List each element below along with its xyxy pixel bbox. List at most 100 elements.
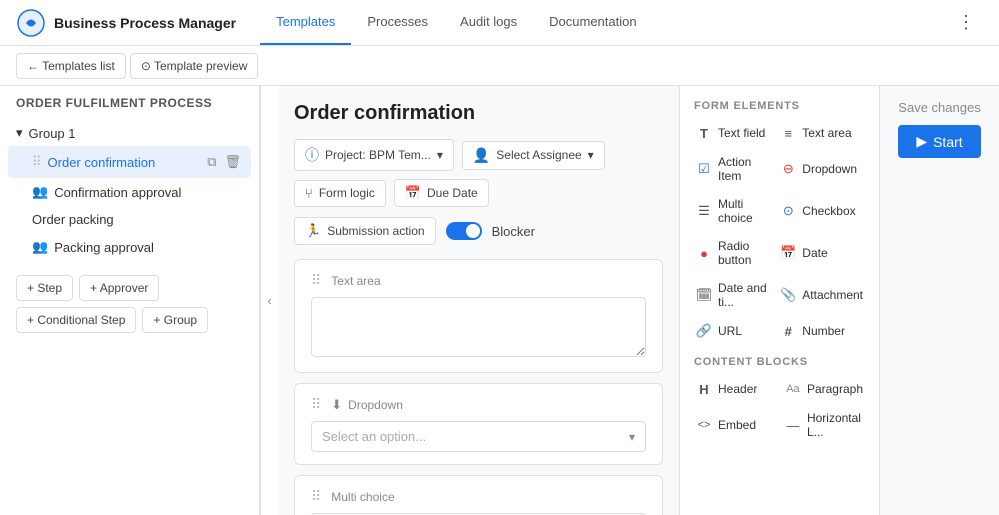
drag-handle-icon[interactable]: ⠿: [311, 272, 321, 289]
add-step-button[interactable]: + Step: [16, 275, 73, 301]
content-embed[interactable]: <> Embed: [694, 408, 775, 442]
number-icon: #: [780, 323, 796, 339]
main-content: Order confirmation ⓘ Project: BPM Tem...…: [278, 86, 679, 515]
due-date-button[interactable]: 📅 Due Date: [394, 179, 489, 207]
content-blocks-grid: H Header Aa Paragraph <> Embed — Horizon…: [694, 378, 865, 442]
content-horizontal-line[interactable]: — Horizontal L...: [783, 408, 865, 442]
add-conditional-step-button[interactable]: + Conditional Step: [16, 307, 136, 333]
project-button[interactable]: ⓘ Project: BPM Tem... ▾: [294, 139, 454, 171]
sidebar: Order fulfilment process ▾ Group 1 ⠿ Ord…: [0, 86, 260, 515]
form-elements-title: FORM ELEMENTS: [694, 100, 865, 112]
submission-action-button[interactable]: 🏃 Submission action: [294, 217, 436, 245]
chevron-down-icon: ▾: [437, 148, 443, 162]
form-logic-button[interactable]: ⑂ Form logic: [294, 180, 386, 207]
checkbox-icon: ⊙: [780, 203, 796, 219]
sidebar-group-1: ▾ Group 1 ⠿ Order confirmation ⧉ 🗑 👥 Con…: [0, 116, 259, 265]
nav-tabs: Templates Processes Audit logs Documenta…: [260, 0, 949, 45]
collapse-sidebar-button[interactable]: ‹: [260, 86, 278, 515]
tab-audit-logs[interactable]: Audit logs: [444, 0, 533, 45]
project-label: Project: BPM Tem...: [325, 148, 431, 162]
form-element-checkbox[interactable]: ⊙ Checkbox: [778, 194, 865, 228]
date-time-icon: 🗓: [696, 287, 712, 303]
form-element-date-time[interactable]: 🗓 Date and ti...: [694, 278, 770, 312]
sidebar-item-order-confirmation[interactable]: ⠿ Order confirmation ⧉ 🗑: [8, 146, 251, 178]
dropdown-section: ⠿ ⬇ Dropdown Select an option... ▾: [294, 383, 663, 465]
drag-dots-icon: ⠿: [32, 154, 42, 170]
sidebar-item-label: Order confirmation: [48, 155, 156, 170]
content-label: Header: [718, 382, 757, 396]
blocker-label: Blocker: [492, 224, 535, 239]
form-element-label: Radio button: [718, 239, 768, 267]
main-layout: Order fulfilment process ▾ Group 1 ⠿ Ord…: [0, 86, 999, 515]
multi-choice-section: ⠿ Multi choice Select... ▾: [294, 475, 663, 515]
template-preview-button[interactable]: ⊙ Template preview: [130, 53, 259, 79]
form-element-url[interactable]: 🔗 URL: [694, 320, 770, 342]
form-element-multi-choice[interactable]: ☰ Multi choice: [694, 194, 770, 228]
form-element-text-field[interactable]: T Text field: [694, 122, 770, 144]
sidebar-item-label: Packing approval: [54, 240, 154, 255]
sidebar-item-packing-approval[interactable]: 👥 Packing approval: [0, 233, 259, 261]
form-element-label: URL: [718, 324, 742, 338]
person-icon: 👥: [32, 239, 48, 255]
form-element-dropdown[interactable]: ⊖ Dropdown: [778, 152, 865, 186]
person-icon: 👤: [473, 147, 490, 164]
text-area-section-title: ⠿ Text area: [311, 272, 646, 289]
page-title: Order confirmation: [294, 102, 663, 125]
due-date-label: Due Date: [427, 186, 478, 200]
copy-item-button[interactable]: ⧉: [205, 152, 218, 172]
form-logic-label: Form logic: [319, 186, 375, 200]
sidebar-item-confirmation-approval[interactable]: 👥 Confirmation approval: [0, 178, 259, 206]
group-collapse-icon: ▾: [16, 125, 23, 141]
form-element-label: Multi choice: [718, 197, 768, 225]
tab-documentation[interactable]: Documentation: [533, 0, 652, 45]
form-element-text-area[interactable]: ≡ Text area: [778, 122, 865, 144]
tab-templates[interactable]: Templates: [260, 0, 351, 45]
group-1-header[interactable]: ▾ Group 1: [0, 120, 259, 146]
start-label: Start: [933, 134, 963, 150]
horizontal-line-icon: —: [785, 417, 801, 433]
start-button[interactable]: ▶ Start: [898, 125, 980, 158]
drag-handle-icon[interactable]: ⠿: [311, 396, 321, 413]
radio-button-icon: ●: [696, 245, 712, 261]
dropdown-label: Dropdown: [348, 398, 403, 412]
drag-handle-icon[interactable]: ⠿: [311, 488, 321, 505]
form-element-action-item[interactable]: ☑ Action Item: [694, 152, 770, 186]
content-label: Horizontal L...: [807, 411, 863, 439]
assignee-button[interactable]: 👤 Select Assignee ▾: [462, 141, 605, 170]
form-element-date[interactable]: 📅 Date: [778, 236, 865, 270]
embed-icon: <>: [696, 417, 712, 433]
sidebar-item-label: Order packing: [32, 212, 114, 227]
form-element-attachment[interactable]: 📎 Attachment: [778, 278, 865, 312]
url-icon: 🔗: [696, 323, 712, 339]
multi-choice-label: Multi choice: [331, 490, 394, 504]
process-title: Order fulfilment process: [0, 86, 259, 116]
tab-processes[interactable]: Processes: [351, 0, 444, 45]
more-menu-button[interactable]: ⋮: [949, 8, 983, 37]
submission-action-label: Submission action: [327, 224, 424, 238]
add-group-button[interactable]: + Group: [142, 307, 208, 333]
form-element-number[interactable]: # Number: [778, 320, 865, 342]
app-title: Business Process Manager: [54, 15, 236, 31]
sidebar-item-label: Confirmation approval: [54, 185, 181, 200]
add-approver-button[interactable]: + Approver: [79, 275, 159, 301]
templates-list-button[interactable]: ← Templates list: [16, 53, 126, 79]
dropdown-icon: ⬇: [331, 397, 342, 413]
date-icon: 📅: [780, 245, 796, 261]
delete-item-button[interactable]: 🗑: [222, 152, 243, 172]
content-header[interactable]: H Header: [694, 378, 775, 400]
blocker-toggle[interactable]: [446, 222, 482, 240]
content-blocks-title: CONTENT BLOCKS: [694, 356, 865, 368]
logo-icon: [16, 8, 46, 38]
second-bar: ← Templates list ⊙ Template preview: [0, 46, 999, 86]
content-paragraph[interactable]: Aa Paragraph: [783, 378, 865, 400]
dropdown-field[interactable]: Select an option... ▾: [311, 421, 646, 452]
play-icon: ▶: [916, 133, 927, 150]
right-panel: FORM ELEMENTS T Text field ≡ Text area ☑…: [679, 86, 999, 515]
save-changes-button[interactable]: Save changes: [898, 100, 980, 115]
form-element-radio-button[interactable]: ● Radio button: [694, 236, 770, 270]
form-elements-grid: T Text field ≡ Text area ☑ Action Item ⊖…: [694, 122, 865, 342]
sidebar-item-order-packing[interactable]: Order packing: [0, 206, 259, 233]
content-label: Embed: [718, 418, 756, 432]
multi-choice-section-title: ⠿ Multi choice: [311, 488, 646, 505]
text-area-input[interactable]: [311, 297, 646, 357]
